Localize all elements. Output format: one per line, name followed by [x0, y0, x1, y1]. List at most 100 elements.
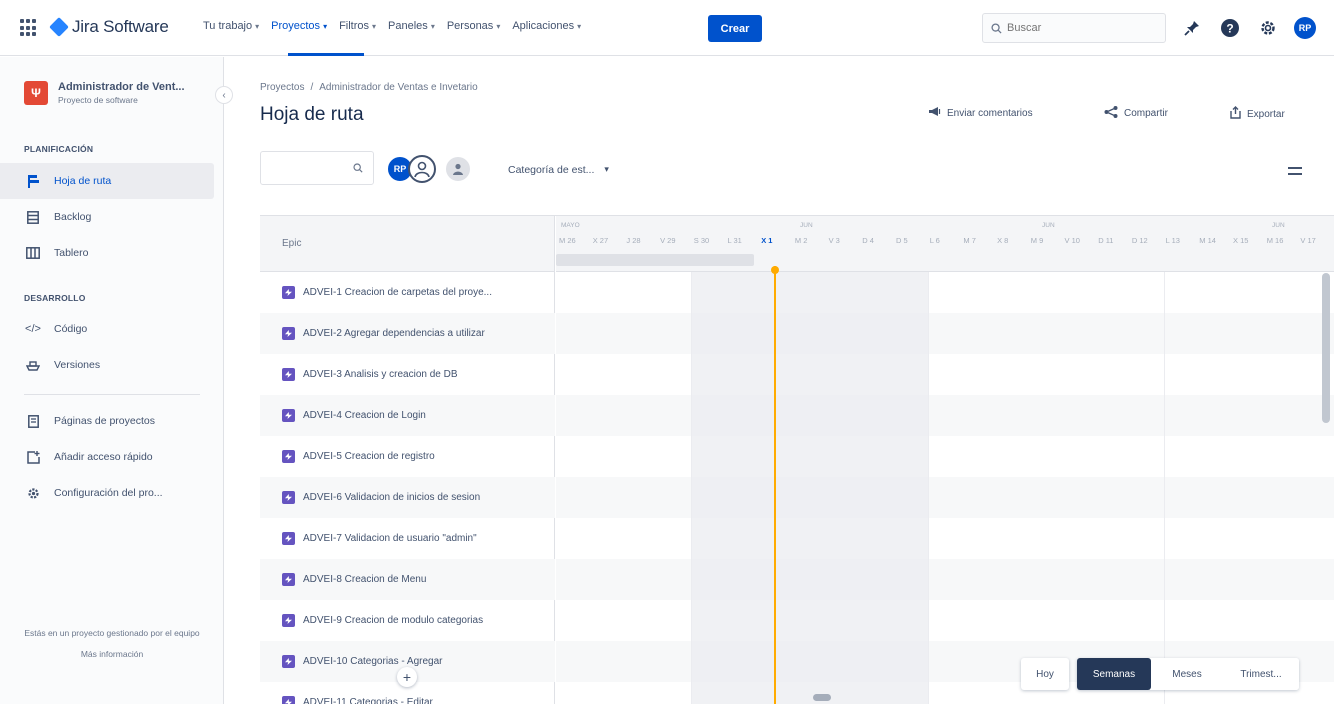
sidebar-item-label: Versiones [54, 359, 101, 371]
breadcrumb-project[interactable]: Administrador de Ventas e Invetario [319, 82, 477, 93]
export-button[interactable]: Exportar [1230, 106, 1285, 122]
zoom-weeks-button[interactable]: Semanas [1077, 658, 1151, 690]
breadcrumb-separator: / [310, 82, 314, 93]
add-epic-button[interactable]: + [397, 667, 417, 687]
sidebar-item-project-settings[interactable]: Configuración del pro... [0, 475, 214, 511]
chevron-left-icon: ‹ [222, 89, 226, 101]
day-label: D 11 [1098, 236, 1114, 245]
chevron-down-icon: ▾ [323, 21, 328, 31]
timeline-row[interactable] [556, 559, 1334, 600]
team-managed-note: Estás en un proyecto gestionado por el e… [24, 628, 200, 638]
day-label: X 27 [592, 236, 609, 245]
sidebar-item-board[interactable]: Tablero [0, 235, 214, 271]
day-label: X 8 [997, 236, 1009, 245]
day-label: L 31 [727, 236, 742, 245]
share-button[interactable]: Compartir [1104, 106, 1168, 121]
epic-icon [282, 368, 295, 381]
sidebar-item-add-shortcut[interactable]: Añadir acceso rápido [0, 439, 214, 475]
timeline-row[interactable] [556, 477, 1334, 518]
page-title: Hoja de ruta [260, 104, 364, 125]
sidebar-item-label: Añadir acceso rápido [54, 451, 153, 463]
timeline-row[interactable] [556, 600, 1334, 641]
day-label: M 9 [1030, 236, 1044, 245]
nav-item-personas[interactable]: Personas ▾ [447, 20, 501, 32]
create-button[interactable]: Crear [708, 15, 762, 42]
epic-title: ADVEI-7 Validacion de usuario "admin" [303, 533, 477, 544]
day-label: L 6 [929, 236, 940, 245]
epic-row[interactable]: ADVEI-4 Creacion de Login [260, 395, 555, 436]
epic-row[interactable]: ADVEI-7 Validacion de usuario "admin" [260, 518, 555, 559]
day-label: V 10 [1064, 236, 1080, 245]
nav-item-label: Tu trabajo [203, 20, 253, 32]
notifications-icon[interactable] [1180, 16, 1204, 40]
sidebar-item-roadmap[interactable]: Hoja de ruta [0, 163, 214, 199]
nav-item-proyectos[interactable]: Proyectos ▾ [271, 20, 327, 32]
top-right-icons: ? RP [1180, 16, 1316, 40]
epic-title: ADVEI-6 Validacion de inicios de sesion [303, 492, 481, 503]
add-person-icon[interactable] [444, 155, 472, 183]
timeline-row[interactable] [556, 518, 1334, 559]
nav-item-filtros[interactable]: Filtros ▾ [339, 20, 376, 32]
app-switcher-icon[interactable] [20, 19, 38, 37]
share-label: Compartir [1124, 108, 1168, 119]
epic-row[interactable]: ADVEI-6 Validacion de inicios de sesion [260, 477, 555, 518]
timeline-row[interactable] [556, 313, 1334, 354]
epic-title: ADVEI-8 Creacion de Menu [303, 574, 427, 585]
user-avatar[interactable]: RP [1294, 17, 1316, 39]
send-feedback-button[interactable]: Enviar comentarios [928, 106, 1033, 120]
sidebar-item-label: Hoja de ruta [54, 175, 112, 187]
epic-icon [282, 696, 295, 704]
day-label: D 5 [896, 236, 908, 245]
epic-row[interactable]: ADVEI-3 Analisis y creacion de DB [260, 354, 555, 395]
sidebar-item-label: Configuración del pro... [54, 487, 163, 499]
epic-row[interactable]: ADVEI-2 Agregar dependencias a utilizar [260, 313, 555, 354]
day-label: J 28 [626, 236, 641, 245]
zoom-months-button[interactable]: Meses [1151, 658, 1223, 690]
zoom-quarters-button[interactable]: Trimest... [1223, 658, 1299, 690]
view-settings-icon[interactable] [1284, 161, 1306, 181]
sidebar-item-backlog[interactable]: Backlog [0, 199, 214, 235]
sidebar-item-label: Páginas de proyectos [54, 415, 155, 427]
settings-gear-icon[interactable] [1256, 16, 1280, 40]
epic-title: ADVEI-5 Creacion de registro [303, 451, 435, 462]
roadmap-search-input[interactable] [260, 151, 374, 185]
jira-logo[interactable]: Jira Software [49, 17, 169, 37]
epic-row[interactable]: ADVEI-8 Creacion de Menu [260, 559, 555, 600]
sidebar-item-versions[interactable]: Versiones [0, 347, 214, 383]
project-header[interactable]: Ψ Administrador de Vent... Proyecto de s… [24, 81, 198, 105]
vertical-scrollbar[interactable] [1322, 273, 1330, 423]
nav-item-label: Aplicaciones [512, 20, 575, 32]
horizontal-scroll-thumb[interactable] [813, 694, 831, 701]
day-label: M 26 [559, 236, 576, 245]
today-button[interactable]: Hoy [1021, 658, 1069, 690]
epic-row[interactable]: ADVEI-1 Creacion de carpetas del proye..… [260, 272, 555, 313]
help-icon[interactable]: ? [1218, 16, 1242, 40]
breadcrumb-projects[interactable]: Proyectos [260, 82, 304, 93]
search-icon [991, 22, 1002, 34]
sidebar-item-project-pages[interactable]: Páginas de proyectos [0, 403, 214, 439]
nav-item-aplicaciones[interactable]: Aplicaciones ▾ [512, 20, 581, 32]
epic-row[interactable]: ADVEI-9 Creacion de modulo categorias [260, 600, 555, 641]
nav-item-tu-trabajo[interactable]: Tu trabajo ▾ [203, 20, 259, 32]
epic-row[interactable]: ADVEI-5 Creacion de registro [260, 436, 555, 477]
collapse-sidebar-button[interactable]: ‹ [215, 86, 233, 104]
timeline-row[interactable] [556, 436, 1334, 477]
epic-column: Epic ADVEI-1 Creacion de carpetas del pr… [260, 216, 555, 704]
sidebar-item-code[interactable]: </> Código [0, 311, 214, 347]
timeline-header-bar[interactable] [556, 254, 754, 266]
nav-item-label: Personas [446, 20, 494, 32]
nav-item-paneles[interactable]: Paneles ▾ [388, 20, 435, 32]
unassigned-avatar-icon[interactable] [408, 155, 436, 183]
share-icon [1104, 106, 1118, 121]
more-info-link[interactable]: Más información [0, 648, 224, 661]
chevron-down-icon: ▾ [430, 21, 435, 31]
search-input[interactable] [1007, 22, 1157, 34]
development-heading: DESARROLLO [24, 293, 86, 303]
add-shortcut-icon [26, 450, 40, 464]
timeline-row[interactable] [556, 272, 1334, 313]
timeline-row[interactable] [556, 395, 1334, 436]
sidebar-item-label: Backlog [54, 211, 92, 223]
search-box[interactable] [982, 13, 1166, 43]
status-category-dropdown[interactable]: Categoría de est... ▾ [508, 164, 609, 176]
timeline-row[interactable] [556, 354, 1334, 395]
